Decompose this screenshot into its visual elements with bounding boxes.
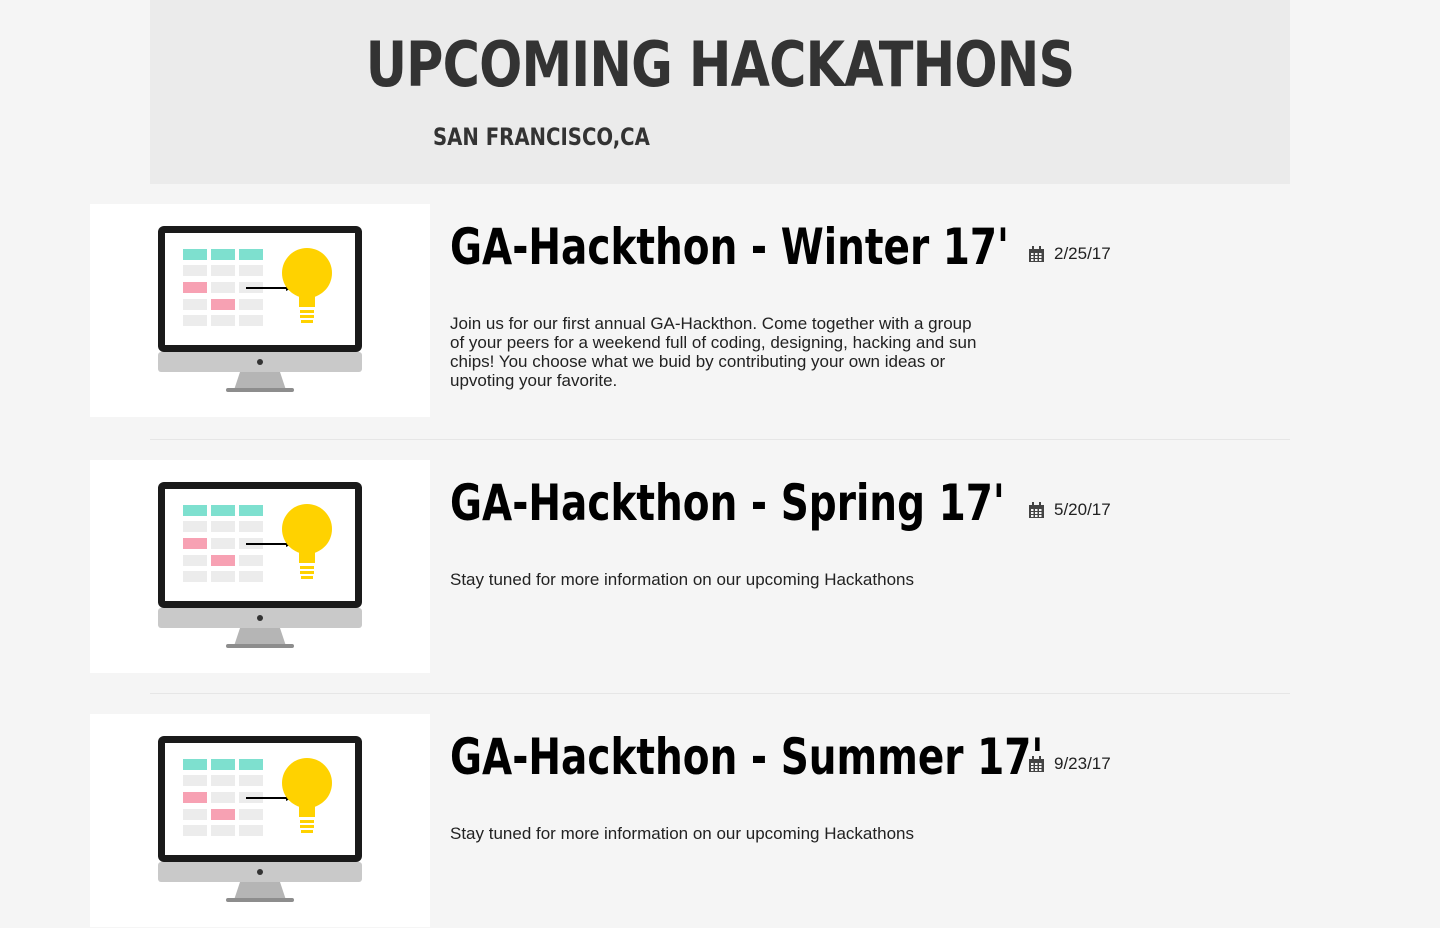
event-date-text: 9/23/17 [1054,754,1111,773]
event-card: GA-Hackthon - Spring 17' 5/20/17 Stay tu… [90,460,1290,674]
page-title: UPCOMING HACKATHONS [365,28,1075,101]
monitor-lightbulb-illustration [158,226,362,392]
page-header: UPCOMING HACKATHONS SAN FRANCISCO,CA [150,0,1290,184]
calendar-icon [1029,245,1044,262]
event-date: 5/20/17 [1028,500,1111,520]
event-image[interactable] [90,204,430,417]
event-description: Stay tuned for more information on our u… [450,570,914,589]
divider [150,439,1290,440]
event-title[interactable]: GA-Hackthon - Spring 17' [450,474,1005,532]
event-title[interactable]: GA-Hackthon - Summer 17' [450,728,1043,786]
event-date-text: 5/20/17 [1054,500,1111,519]
event-title[interactable]: GA-Hackthon - Winter 17' [450,218,1009,276]
event-card: GA-Hackthon - Summer 17' 9/23/17 Stay tu… [90,714,1290,928]
divider [150,693,1290,694]
event-image[interactable] [90,714,430,927]
event-image[interactable] [90,460,430,673]
event-date: 9/23/17 [1028,754,1111,774]
event-description: Stay tuned for more information on our u… [450,824,914,843]
calendar-icon [1029,501,1044,518]
location-subtitle: SAN FRANCISCO,CA [433,123,650,151]
calendar-icon [1029,755,1044,772]
event-date-text: 2/25/17 [1054,244,1111,263]
monitor-lightbulb-illustration [158,736,362,902]
monitor-lightbulb-illustration [158,482,362,648]
event-card: GA-Hackthon - Winter 17' 2/25/17 Join us… [90,204,1290,418]
event-date: 2/25/17 [1028,244,1111,264]
event-description: Join us for our first annual GA-Hackthon… [450,314,977,390]
